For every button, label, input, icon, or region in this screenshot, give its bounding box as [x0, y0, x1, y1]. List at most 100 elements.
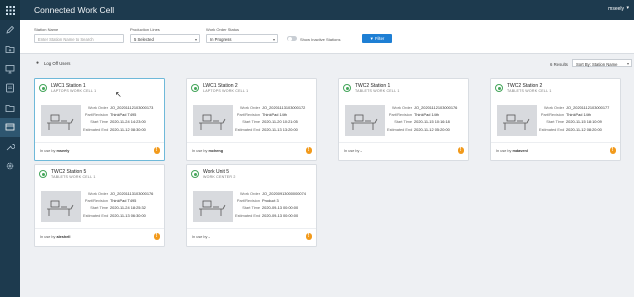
alert-icon[interactable]: [305, 147, 312, 154]
status-online-icon: [343, 84, 351, 92]
station-details: Work Order JO_20201113103000172 Part/Revis…: [235, 104, 315, 133]
station-name-input[interactable]: Enter Station Name to Search: [34, 34, 124, 43]
top-bar: Connected Work Cell mseely ▾: [20, 0, 634, 20]
part-revision-label: Part/Revision: [236, 112, 260, 118]
work-cell-name: LAPTOPS WORK CELL 1: [51, 89, 97, 93]
start-time-label: Start Time: [242, 119, 260, 125]
station-card[interactable]: LWC1 Station 2 LAPTOPS WORK CELL 1 Work Or…: [186, 78, 317, 161]
in-use-by: In use by mdavenl: [496, 149, 528, 153]
station-card[interactable]: TWC2 Station 1 TABLETS WORK CELL 1 Work Or…: [338, 78, 469, 161]
station-image: [497, 105, 537, 136]
start-time-label: Start Time: [546, 119, 564, 125]
in-use-by: In use by aleshell: [40, 235, 70, 239]
gear-icon[interactable]: [0, 157, 20, 177]
part-revision-value: Product 3: [262, 198, 279, 204]
work-order-label: Work Order: [543, 105, 564, 111]
station-card[interactable]: TWC2 Station 2 TABLETS WORK CELL 1 Work Or…: [490, 78, 621, 161]
part-revision-label: Part/Revision: [84, 112, 108, 118]
in-use-user: -: [208, 235, 210, 239]
part-revision-value: ThinkPad 14th: [262, 112, 288, 118]
in-use-prefix: In use by: [496, 149, 512, 153]
station-image: [193, 105, 233, 136]
status-online-icon: [39, 84, 47, 92]
tools-icon[interactable]: [0, 137, 20, 157]
in-use-prefix: In use by: [40, 149, 56, 153]
work-order-label: Work Order: [87, 105, 108, 111]
station-card[interactable]: Work Unit 5 WORK CENTER 2 Work Order JO_202…: [186, 164, 317, 247]
filter-button[interactable]: ▼ Filter: [362, 34, 392, 43]
station-icon[interactable]: [0, 117, 20, 137]
monitor-icon[interactable]: [0, 59, 20, 79]
alert-icon[interactable]: [609, 147, 616, 154]
start-time-label: Start Time: [394, 119, 412, 125]
start-time-value: 2020-11-15 10:16:18: [414, 119, 450, 125]
work-order-label: Work Order: [391, 105, 412, 111]
station-details: Work Order JO_20200913000000074 Part/Revis…: [235, 190, 315, 219]
folder-icon[interactable]: [0, 98, 20, 118]
part-revision-label: Part/Revision: [388, 112, 412, 118]
station-details: Work Order JO_20201112103000177 Part/Revis…: [539, 104, 619, 133]
work-cell-name: WORK CENTER 2: [203, 175, 236, 179]
estimated-end-label: Estimated End: [387, 126, 413, 132]
divider: [35, 228, 164, 229]
work-order-status-select[interactable]: In Progress ▾: [206, 34, 278, 43]
in-use-prefix: In use by: [40, 235, 56, 239]
estimated-end-value: 2020-11-13 13:20:00: [262, 126, 298, 132]
in-use-user: mcheng: [208, 149, 224, 153]
sort-value: Sort By: Station Name: [576, 61, 618, 67]
work-order-status-label: Work Order Status: [206, 27, 240, 32]
alert-icon[interactable]: [305, 233, 312, 240]
part-revision-label: Part/Revision: [84, 198, 108, 204]
divider: [491, 142, 620, 143]
station-details: Work Order JO_20201113103000176 Part/Revis…: [83, 190, 163, 219]
estimated-end-value: 2020-11-12 05:20:00: [414, 126, 450, 132]
apps-grid-icon[interactable]: [0, 0, 20, 20]
production-lines-label: Production Lines: [130, 27, 160, 32]
show-inactive-label: Show Inactive Stations: [300, 36, 341, 42]
estimated-end-value: 2020-09-13 00:00:00: [262, 212, 299, 218]
in-use-prefix: In use by: [192, 149, 208, 153]
in-use-user: mseely: [56, 149, 70, 153]
divider: [187, 142, 316, 143]
tablet-icon[interactable]: [0, 79, 20, 99]
user-icon[interactable]: ●: [36, 60, 39, 66]
part-revision-label: Part/Revision: [540, 112, 564, 118]
production-lines-select[interactable]: 5 Selected ▾: [130, 34, 200, 43]
estimated-end-label: Estimated End: [83, 212, 109, 218]
work-order-value: JO_20201112103000177: [566, 105, 610, 111]
chevron-down-icon[interactable]: ▾: [626, 5, 629, 11]
in-use-user: -: [360, 149, 362, 153]
alert-icon[interactable]: [457, 147, 464, 154]
part-revision-value: ThinkPad T495: [110, 198, 137, 204]
estimated-end-value: 2020-11-12 08:30:00: [110, 126, 146, 132]
station-name-label: Station Name: [34, 27, 59, 32]
station-card[interactable]: LWC1 Station 1 LAPTOPS WORK CELL 1 Work Or…: [34, 78, 165, 161]
pencil-icon[interactable]: [0, 20, 20, 40]
start-time-label: Start Time: [90, 205, 108, 211]
user-menu[interactable]: mseely: [608, 6, 624, 12]
log-off-users-button[interactable]: Log Off Users: [44, 61, 70, 66]
divider: [35, 142, 164, 143]
work-cell-name: TABLETS WORK CELL 1: [507, 89, 552, 93]
in-use-user: mdavenl: [512, 149, 528, 153]
in-use-prefix: In use by: [192, 235, 208, 239]
in-use-user: aleshell: [56, 235, 71, 239]
station-card[interactable]: TWC2 Station 5 TABLETS WORK CELL 1 Work Or…: [34, 164, 165, 247]
station-image: [193, 191, 233, 222]
work-order-value: JO_20201113103000176: [110, 191, 154, 197]
folder-add-icon[interactable]: [0, 40, 20, 60]
estimated-end-label: Estimated End: [539, 126, 565, 132]
station-image: [41, 105, 81, 136]
start-time-label: Start Time: [90, 119, 108, 125]
show-inactive-toggle[interactable]: [287, 36, 297, 41]
station-image: [345, 105, 385, 136]
work-order-value: JO_20200913000000074: [262, 191, 306, 197]
chevron-down-icon: ▾: [272, 36, 275, 42]
divider: [339, 142, 468, 143]
work-cell-name: TABLETS WORK CELL 1: [355, 89, 400, 93]
sort-select[interactable]: Sort By: Station Name ▾: [572, 59, 632, 67]
station-details: Work Order JO_20201112103000176 Part/Revis…: [387, 104, 467, 133]
alert-icon[interactable]: [153, 233, 160, 240]
alert-icon[interactable]: [153, 147, 160, 154]
estimated-end-value: 2020-11-13 06:30:00: [110, 212, 146, 218]
